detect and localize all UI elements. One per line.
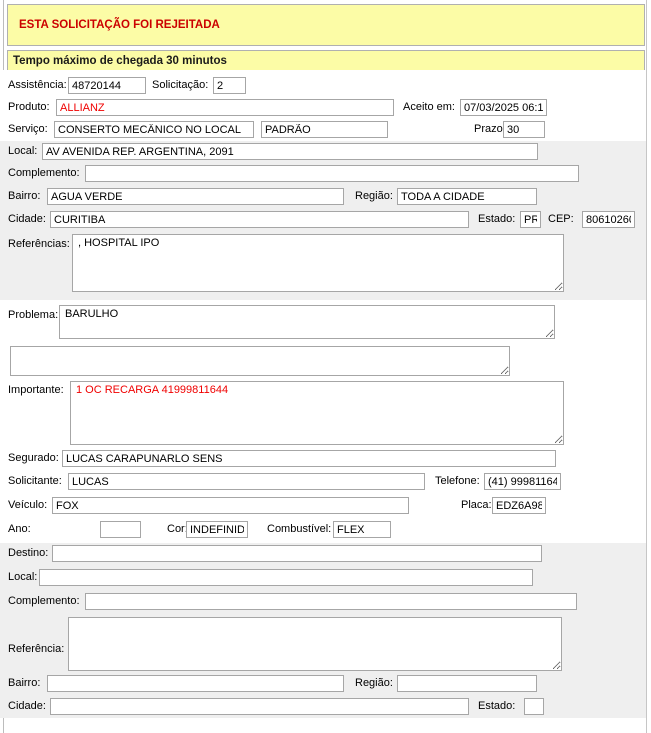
ano-label: Ano: [8, 523, 31, 535]
rejection-banner: ESTA SOLICITAÇÃO FOI REJEITADA [7, 4, 645, 46]
ano-input[interactable] [100, 521, 141, 538]
origin-section: Local: Complemento: Bairro: Região: Cida… [0, 141, 646, 300]
destino-referencia-label: Referência: [8, 643, 64, 655]
assistencia-label: Assistência: [8, 79, 67, 91]
referencias-label: Referências: [8, 238, 70, 250]
local-label: Local: [8, 145, 37, 157]
observacao-textarea[interactable] [10, 346, 510, 376]
destino-cidade-label: Cidade: [8, 700, 46, 712]
prazo-label: Prazo: [474, 123, 506, 135]
origin-references-row: Referências: , HOSPITAL IPO [0, 232, 646, 300]
destination-local-row: Local: [0, 567, 646, 591]
origin-complement-row: Complemento: [0, 163, 646, 186]
referencias-textarea[interactable]: , HOSPITAL IPO [72, 234, 564, 292]
servico-tipo-input[interactable] [261, 121, 388, 138]
assistencia-input[interactable] [68, 77, 146, 94]
importante-textarea[interactable]: 1 OC RECARGA 41999811644 [70, 381, 564, 445]
service-row: Serviço: Prazo: [0, 119, 646, 141]
destination-complement-row: Complemento: [0, 591, 646, 615]
segurado-input[interactable] [62, 450, 556, 467]
product-row: Produto: Aceito em: [0, 97, 646, 119]
produto-label: Produto: [8, 101, 50, 113]
cor-label: Cor: [167, 523, 188, 535]
cidade-input[interactable] [50, 211, 469, 228]
destino-regiao-label: Região: [355, 677, 393, 689]
combustivel-input[interactable] [333, 521, 391, 538]
destino-bairro-input[interactable] [47, 675, 344, 692]
destination-district-row: Bairro: Região: [0, 673, 646, 696]
solicitacao-input[interactable] [213, 77, 246, 94]
important-row: Importante: 1 OC RECARGA 41999811644 [0, 378, 646, 448]
observation-row [0, 342, 646, 378]
request-section: Assistência: Solicitação: Produto: Aceit… [0, 70, 646, 141]
destino-complemento-label: Complemento: [8, 595, 80, 607]
destination-section: Destino: Local: Complemento: Referência:… [0, 543, 646, 718]
details-section: Problema: BARULHO Importante: 1 OC RECAR… [0, 300, 646, 543]
solicitante-input[interactable] [68, 473, 425, 490]
local-input[interactable] [42, 143, 538, 160]
destino-local-input[interactable] [39, 569, 533, 586]
prazo-input[interactable] [503, 121, 545, 138]
insured-row: Segurado: [0, 448, 646, 471]
aceito-em-label: Aceito em: [403, 101, 455, 113]
destino-bairro-label: Bairro: [8, 677, 40, 689]
destino-referencia-textarea[interactable] [68, 617, 562, 671]
servico-input[interactable] [54, 121, 254, 138]
aceito-em-input[interactable] [460, 99, 547, 116]
regiao-label: Região: [355, 190, 393, 202]
placa-input[interactable] [492, 497, 546, 514]
destino-local-label: Local: [8, 571, 37, 583]
destino-cidade-input[interactable] [50, 698, 469, 715]
complemento-input[interactable] [85, 165, 579, 182]
destination-row: Destino: [0, 543, 646, 567]
cor-input[interactable] [186, 521, 248, 538]
destino-estado-label: Estado: [478, 700, 515, 712]
destino-complemento-input[interactable] [85, 593, 577, 610]
frame-border-right [646, 0, 647, 733]
telefone-label: Telefone: [435, 475, 480, 487]
sla-banner: Tempo máximo de chegada 30 minutos [7, 50, 645, 71]
complemento-label: Complemento: [8, 167, 80, 179]
vehicle-year-row: Ano: Cor: Combustível: [0, 519, 646, 543]
estado-input[interactable] [520, 211, 541, 228]
estado-label: Estado: [478, 213, 515, 225]
solicitante-label: Solicitante: [8, 475, 62, 487]
segurado-label: Segurado: [8, 452, 59, 464]
problem-row: Problema: BARULHO [0, 300, 646, 342]
vehicle-row: Veículo: Placa: [0, 495, 646, 519]
origin-local-row: Local: [0, 141, 646, 163]
produto-input[interactable] [56, 99, 394, 116]
destino-regiao-input[interactable] [397, 675, 537, 692]
veiculo-input[interactable] [52, 497, 409, 514]
servico-label: Serviço: [8, 123, 48, 135]
placa-label: Placa: [461, 499, 492, 511]
veiculo-label: Veículo: [8, 499, 47, 511]
destination-city-row: Cidade: Estado: [0, 696, 646, 718]
destination-reference-row: Referência: [0, 615, 646, 673]
destino-input[interactable] [52, 545, 542, 562]
origin-district-row: Bairro: Região: [0, 186, 646, 209]
cidade-label: Cidade: [8, 213, 46, 225]
regiao-input[interactable] [397, 188, 537, 205]
problema-label: Problema: [8, 309, 58, 321]
origin-city-row: Cidade: Estado: CEP: [0, 209, 646, 232]
sla-banner-text: Tempo máximo de chegada 30 minutos [13, 55, 227, 67]
service-request-form: ESTA SOLICITAÇÃO FOI REJEITADA Tempo máx… [0, 0, 651, 733]
destino-estado-input[interactable] [524, 698, 544, 715]
cep-label: CEP: [548, 213, 574, 225]
importante-label: Importante: [8, 384, 64, 396]
solicitacao-label: Solicitação: [152, 79, 208, 91]
destino-label: Destino: [8, 547, 48, 559]
assistance-row: Assistência: Solicitação: [0, 75, 646, 97]
problema-textarea[interactable]: BARULHO [59, 305, 555, 339]
bairro-label: Bairro: [8, 190, 40, 202]
requester-row: Solicitante: Telefone: [0, 471, 646, 495]
rejection-banner-text: ESTA SOLICITAÇÃO FOI REJEITADA [19, 19, 220, 31]
cep-input[interactable] [582, 211, 635, 228]
combustivel-label: Combustível: [267, 523, 331, 535]
bairro-input[interactable] [47, 188, 344, 205]
telefone-input[interactable] [484, 473, 561, 490]
